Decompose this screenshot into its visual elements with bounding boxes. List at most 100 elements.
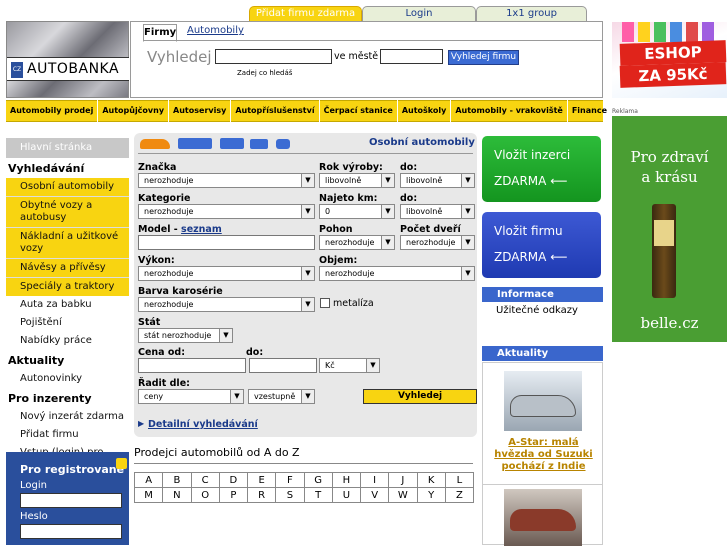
sort-order-select[interactable]: vzestupně ▼ <box>248 389 315 404</box>
letter-link[interactable]: J <box>388 472 418 488</box>
sidebar-item-nakladni[interactable]: Nákladní a užitkové vozy <box>6 228 129 258</box>
trailer-icon[interactable] <box>250 139 268 149</box>
login-input[interactable] <box>20 493 122 508</box>
useful-links[interactable]: Užitečné odkazy <box>496 305 578 316</box>
year-to-select[interactable]: libovolně ▼ <box>400 173 475 188</box>
car-icon[interactable] <box>140 139 170 149</box>
chevron-down-icon: ▼ <box>381 236 394 249</box>
eshop-banner[interactable]: ESHOP ZA 95Kč <box>612 22 727 98</box>
city-input[interactable] <box>380 49 443 64</box>
volume-select[interactable]: nerozhoduje ▼ <box>319 266 475 281</box>
news-car-image[interactable] <box>504 371 582 431</box>
model-input[interactable] <box>138 235 315 250</box>
price-to-input[interactable] <box>249 358 317 373</box>
sidebar-item-auta-za-babku[interactable]: Auta za babku <box>6 296 129 314</box>
km-from-select[interactable]: 0 ▼ <box>319 204 395 219</box>
search-input[interactable] <box>215 49 332 64</box>
letter-link[interactable]: H <box>331 472 362 488</box>
letter-link[interactable]: K <box>416 472 446 488</box>
sidebar-item-home[interactable]: Hlavní stránka <box>6 138 129 158</box>
letter-link[interactable]: E <box>246 472 277 488</box>
bag-icon <box>702 22 714 42</box>
km-to-select[interactable]: libovolně ▼ <box>400 204 475 219</box>
chevron-down-icon: ▼ <box>461 267 474 280</box>
insert-ad-button[interactable]: Vložit inzerci ZDARMA ⟵ <box>482 136 601 202</box>
news-box: A-Star: malá hvězda od Suzuki pochází z … <box>482 362 603 546</box>
letter-link[interactable]: W <box>388 487 418 503</box>
news-car-image-2[interactable] <box>504 489 582 546</box>
tab-1x1-group[interactable]: 1x1 group <box>476 6 587 21</box>
sidebar-item-new-ad[interactable]: Nový inzerát zdarma <box>6 408 129 426</box>
autobanka-logo[interactable]: CZ AUTOBANKA <box>6 21 129 98</box>
doors-select[interactable]: nerozhoduje ▼ <box>400 235 475 250</box>
search-company-button[interactable]: Vyhledej firmu <box>448 50 519 65</box>
category-select[interactable]: nerozhoduje ▼ <box>138 204 315 219</box>
search-button[interactable]: Vyhledej <box>363 389 477 404</box>
belle-ad-banner[interactable]: Pro zdraví a krásu belle.cz <box>612 116 727 342</box>
menu-item-autoprislusenstvi[interactable]: Autopříslušenství <box>231 100 320 122</box>
menu-item-automobily-prodej[interactable]: Automobily prodej <box>6 100 99 122</box>
sidebar-item-navesy[interactable]: Návěsy a přívěsy <box>6 259 129 277</box>
letter-link[interactable]: M <box>133 487 164 503</box>
eshop-line2: ZA 95Kč <box>619 62 727 88</box>
bus-icon[interactable] <box>178 138 212 149</box>
letter-link[interactable]: F <box>275 472 305 488</box>
letter-link[interactable]: G <box>303 472 333 488</box>
letter-link[interactable]: S <box>275 487 305 503</box>
sidebar-item-osobni[interactable]: Osobní automobily <box>6 178 129 196</box>
letter-link[interactable]: O <box>190 487 220 503</box>
letter-link[interactable]: Y <box>416 487 446 503</box>
sidebar-item-prace[interactable]: Nabídky práce <box>6 332 129 350</box>
sidebar-item-obytne[interactable]: Obytné vozy a autobusy <box>6 197 129 227</box>
letter-link[interactable]: Z <box>444 487 475 503</box>
sidebar-item-specialy[interactable]: Speciály a traktory <box>6 278 129 296</box>
menu-item-vrakoviste[interactable]: Automobily - vrakoviště <box>451 100 568 122</box>
chevron-down-icon: ▼ <box>301 298 314 311</box>
letter-link[interactable]: C <box>190 472 220 488</box>
menu-item-autoservisy[interactable]: Autoservisy <box>169 100 232 122</box>
drive-select[interactable]: nerozhoduje ▼ <box>319 235 395 250</box>
letter-link[interactable]: T <box>303 487 333 503</box>
news-title-link[interactable]: A-Star: malá hvězda od Suzuki pochází z … <box>487 437 600 473</box>
model-list-link[interactable]: seznam <box>181 224 222 235</box>
sidebar: Hlavní stránka Vyhledávání Osobní automo… <box>6 138 129 474</box>
brand-label: Značka <box>138 162 177 173</box>
brand-select[interactable]: nerozhoduje ▼ <box>138 173 315 188</box>
letter-link[interactable]: R <box>246 487 277 503</box>
letter-link[interactable]: U <box>331 487 362 503</box>
letter-link[interactable]: I <box>359 472 390 488</box>
title-divider <box>138 153 473 154</box>
tab-login[interactable]: Login <box>362 6 476 21</box>
price-from-input[interactable] <box>138 358 246 373</box>
menu-item-finance[interactable]: Finance <box>568 100 611 122</box>
letter-link[interactable]: D <box>218 472 249 488</box>
sidebar-item-add-company[interactable]: Přidat firmu <box>6 426 129 444</box>
menu-item-autopujcovny[interactable]: Autopůjčovny <box>98 100 170 122</box>
sidebar-item-autonovinky[interactable]: Autonovinky <box>6 370 129 388</box>
power-select[interactable]: nerozhoduje ▼ <box>138 266 315 281</box>
detail-search-link[interactable]: Detailní vyhledávání <box>148 419 258 430</box>
letter-link[interactable]: V <box>359 487 390 503</box>
currency-select[interactable]: Kč ▼ <box>319 358 380 373</box>
menu-item-cerpaci-stanice[interactable]: Čerpací stanice <box>320 100 398 122</box>
menu-item-autoskoly[interactable]: Autoškoly <box>398 100 452 122</box>
tab-automobily[interactable]: Automobily <box>187 25 244 36</box>
letter-link[interactable]: L <box>444 472 475 488</box>
car-shape <box>510 395 576 417</box>
letter-link[interactable]: N <box>162 487 192 503</box>
password-input[interactable] <box>20 524 122 539</box>
tractor-icon[interactable] <box>276 139 290 149</box>
metallic-checkbox[interactable] <box>320 298 330 308</box>
insert-company-button[interactable]: Vložit firmu ZDARMA ⟵ <box>482 212 601 278</box>
bag-icon <box>670 22 682 42</box>
year-from-select[interactable]: libovolně ▼ <box>319 173 395 188</box>
color-select[interactable]: nerozhoduje ▼ <box>138 297 315 312</box>
tab-add-company[interactable]: Přidat firmu zdarma <box>249 6 362 21</box>
sort-select[interactable]: ceny ▼ <box>138 389 244 404</box>
truck-icon[interactable] <box>220 138 244 149</box>
letter-link[interactable]: P <box>218 487 249 503</box>
state-select[interactable]: stát nerozhoduje ▼ <box>138 328 233 343</box>
letter-link[interactable]: B <box>162 472 192 488</box>
letter-link[interactable]: A <box>133 472 164 488</box>
sidebar-item-pojisteni[interactable]: Pojištění <box>6 314 129 332</box>
